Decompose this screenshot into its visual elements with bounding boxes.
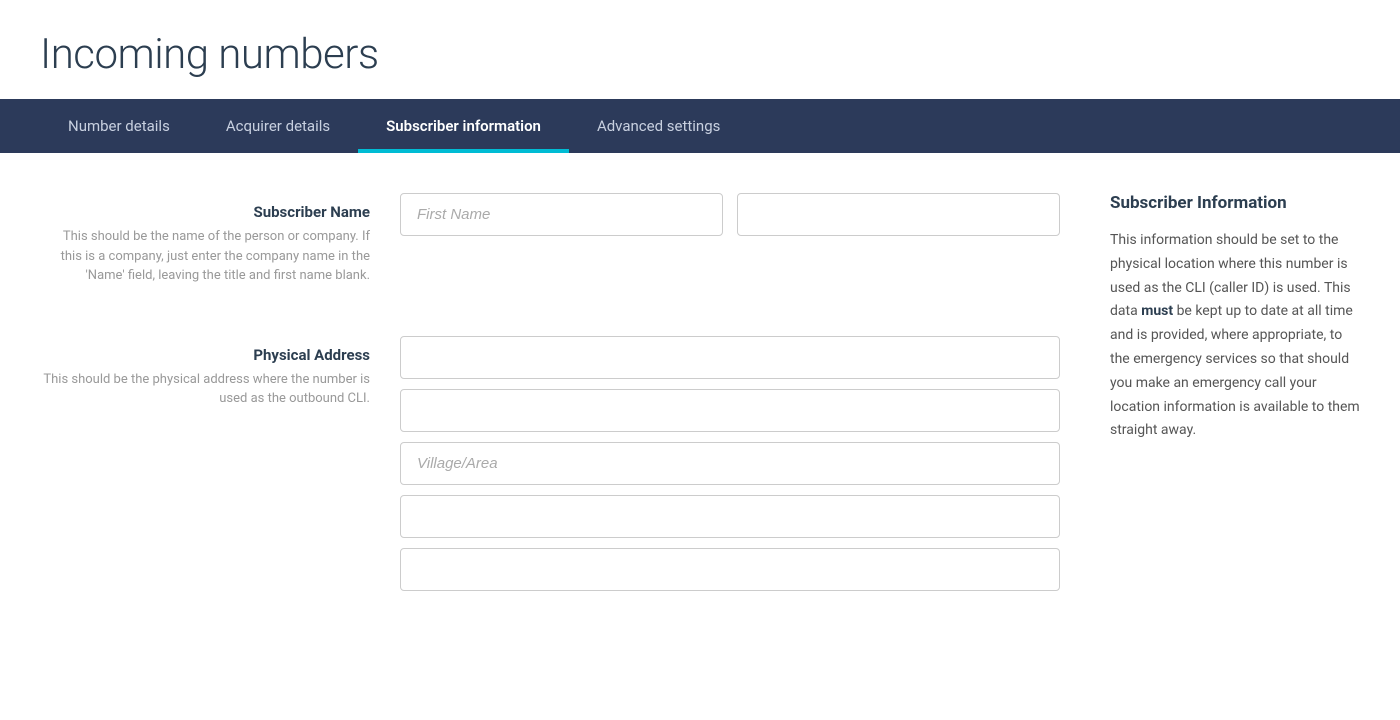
subscriber-name-labels: Subscriber Name This should be the name … xyxy=(40,193,400,286)
sidebar-info-title: Subscriber Information xyxy=(1110,193,1360,213)
main-content: Subscriber Name This should be the name … xyxy=(0,153,1400,631)
physical-address-hint: This should be the physical address wher… xyxy=(40,370,400,409)
tab-subscriber-information[interactable]: Subscriber information xyxy=(358,99,569,153)
subscriber-name-section: Subscriber Name This should be the name … xyxy=(40,193,1060,286)
last-name-input[interactable]: Dial 9 Communications xyxy=(737,193,1060,236)
page-header: Incoming numbers xyxy=(0,0,1400,99)
tab-number-details[interactable]: Number details xyxy=(40,99,198,153)
sidebar-info-text: This information should be set to the ph… xyxy=(1110,229,1360,443)
subscriber-name-hint: This should be the name of the person or… xyxy=(40,227,400,286)
address-line2-input[interactable]: North Street xyxy=(400,389,1060,432)
subscriber-name-inputs: Dial 9 Communications xyxy=(400,193,1060,276)
name-row: Dial 9 Communications xyxy=(400,193,1060,236)
physical-address-labels: Physical Address This should be the phys… xyxy=(40,336,400,409)
physical-address-section: Physical Address This should be the phys… xyxy=(40,336,1060,591)
address-town-input[interactable]: Poole xyxy=(400,495,1060,538)
address-stack: Unit 9, Winchester Place North Street Po… xyxy=(400,336,1060,591)
first-name-input[interactable] xyxy=(400,193,723,236)
tab-advanced-settings[interactable]: Advanced settings xyxy=(569,99,748,153)
address-line1-input[interactable]: Unit 9, Winchester Place xyxy=(400,336,1060,379)
physical-address-label: Physical Address xyxy=(40,346,400,364)
tab-acquirer-details[interactable]: Acquirer details xyxy=(198,99,358,153)
tab-navigation: Number details Acquirer details Subscrib… xyxy=(0,99,1400,153)
physical-address-inputs: Unit 9, Winchester Place North Street Po… xyxy=(400,336,1060,591)
address-postcode-input[interactable]: BH15 1NX xyxy=(400,548,1060,591)
subscriber-name-label: Subscriber Name xyxy=(40,203,400,221)
address-line3-input[interactable] xyxy=(400,442,1060,485)
sidebar-info: Subscriber Information This information … xyxy=(1060,193,1360,591)
page-title: Incoming numbers xyxy=(40,30,1360,79)
